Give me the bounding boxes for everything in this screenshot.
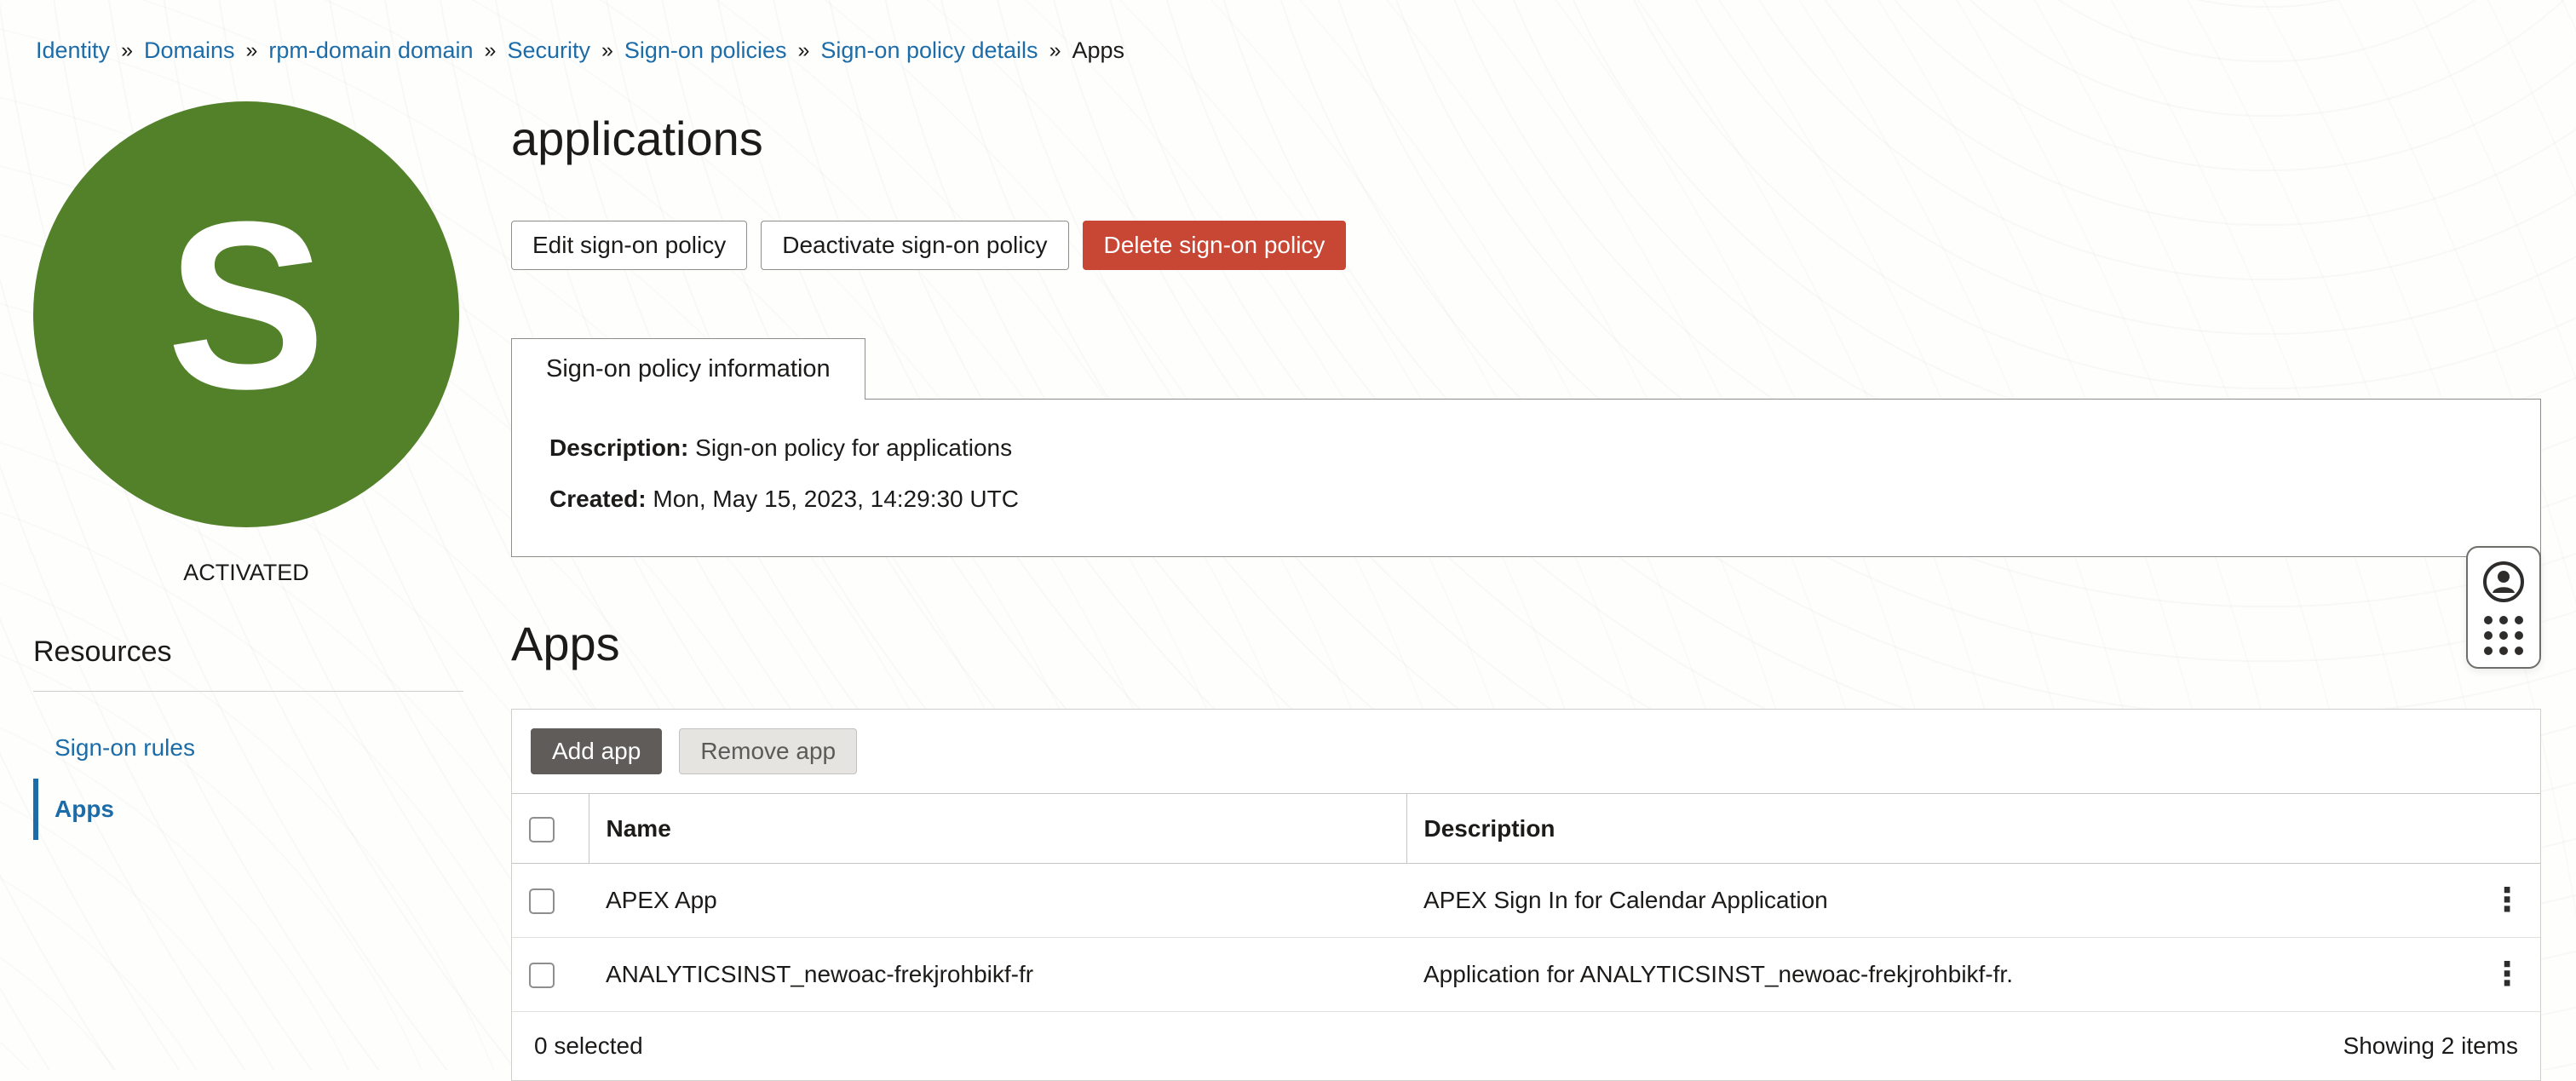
table-header-row: Name Description: [512, 794, 2540, 864]
assistant-widget[interactable]: [2466, 546, 2541, 669]
breadcrumb-separator-icon: »: [798, 38, 810, 63]
resources-nav: Sign-on rules Apps: [33, 717, 511, 840]
column-header-description: Description: [1406, 794, 2540, 864]
edit-sign-on-policy-button[interactable]: Edit sign-on policy: [511, 221, 747, 270]
breadcrumb-separator-icon: »: [1049, 38, 1061, 63]
policy-actions: Edit sign-on policy Deactivate sign-on p…: [511, 221, 2541, 270]
breadcrumb-separator-icon: »: [485, 38, 497, 63]
app-name-cell: ANALYTICSINST_newoac-frekjrohbikf-fr: [589, 938, 1406, 1012]
kebab-menu-icon[interactable]: ⋮: [2491, 884, 2523, 917]
breadcrumb-identity[interactable]: Identity: [36, 37, 110, 64]
select-all-cell: [512, 794, 589, 864]
app-description-cell: APEX Sign In for Calendar Application: [1406, 864, 2469, 938]
kebab-menu-icon[interactable]: ⋮: [2491, 958, 2523, 991]
row-select-cell: [512, 938, 589, 1012]
apps-grid-icon[interactable]: [2484, 616, 2523, 655]
selected-count: 0 selected: [534, 1032, 643, 1060]
remove-app-button[interactable]: Remove app: [679, 728, 857, 774]
breadcrumb-sign-on-policies[interactable]: Sign-on policies: [624, 37, 787, 64]
delete-sign-on-policy-button[interactable]: Delete sign-on policy: [1083, 221, 1347, 270]
add-app-button[interactable]: Add app: [531, 728, 662, 774]
deactivate-sign-on-policy-button[interactable]: Deactivate sign-on policy: [761, 221, 1068, 270]
row-actions-cell: ⋮: [2469, 864, 2540, 938]
table-row: ANALYTICSINST_newoac-frekjrohbikf-fr App…: [512, 938, 2540, 1012]
row-checkbox[interactable]: [529, 888, 555, 914]
app-description-cell: Application for ANALYTICSINST_newoac-fre…: [1406, 938, 2469, 1012]
policy-info-panel: Description: Sign-on policy for applicat…: [511, 399, 2541, 557]
breadcrumb-security[interactable]: Security: [507, 37, 590, 64]
main-content: applications Edit sign-on policy Deactiv…: [511, 76, 2576, 1081]
created-value: Mon, May 15, 2023, 14:29:30 UTC: [653, 486, 1019, 512]
row-actions-cell: ⋮: [2469, 938, 2540, 1012]
breadcrumb-separator-icon: »: [121, 38, 133, 63]
select-all-checkbox[interactable]: [529, 817, 555, 842]
sidebar-divider: [33, 691, 463, 692]
breadcrumb-sign-on-policy-details[interactable]: Sign-on policy details: [820, 37, 1038, 64]
description-label: Description:: [549, 434, 688, 461]
row-select-cell: [512, 864, 589, 938]
avatar-letter: S: [167, 187, 326, 425]
apps-toolbar: Add app Remove app: [512, 710, 2540, 793]
breadcrumb-rpm-domain[interactable]: rpm-domain domain: [268, 37, 473, 64]
policy-info-tabs: Sign-on policy information Description: …: [511, 338, 2541, 557]
table-footer: 0 selected Showing 2 items: [512, 1012, 2540, 1080]
page-title: applications: [511, 113, 2541, 164]
sidebar: S ACTIVATED Resources Sign-on rules Apps: [0, 76, 511, 1081]
row-checkbox[interactable]: [529, 963, 555, 988]
showing-count: Showing 2 items: [2343, 1032, 2518, 1060]
assistant-icon[interactable]: [2481, 560, 2526, 604]
breadcrumb-domains[interactable]: Domains: [144, 37, 235, 64]
app-name-cell: APEX App: [589, 864, 1406, 938]
sidebar-item-apps[interactable]: Apps: [33, 779, 511, 840]
breadcrumb-separator-icon: »: [601, 38, 613, 63]
apps-card: Add app Remove app Name Description: [511, 709, 2541, 1081]
tab-sign-on-policy-information[interactable]: Sign-on policy information: [511, 338, 865, 400]
breadcrumb-separator-icon: »: [246, 38, 258, 63]
status-badge: ACTIVATED: [33, 558, 459, 587]
column-header-name: Name: [589, 794, 1406, 864]
breadcrumb-current-apps: Apps: [1072, 37, 1124, 64]
breadcrumb: Identity » Domains » rpm-domain domain »…: [0, 0, 2576, 64]
apps-section-title: Apps: [511, 618, 2541, 670]
policy-avatar: S: [33, 101, 459, 527]
description-field: Description: Sign-on policy for applicat…: [549, 434, 2503, 463]
description-value: Sign-on policy for applications: [695, 434, 1012, 461]
table-row: APEX App APEX Sign In for Calendar Appli…: [512, 864, 2540, 938]
created-label: Created:: [549, 486, 647, 512]
sidebar-item-sign-on-rules[interactable]: Sign-on rules: [33, 717, 511, 779]
resources-title: Resources: [33, 635, 511, 669]
apps-table: Name Description APEX App APEX Sign In f…: [512, 793, 2540, 1012]
created-field: Created: Mon, May 15, 2023, 14:29:30 UTC: [549, 485, 2503, 514]
